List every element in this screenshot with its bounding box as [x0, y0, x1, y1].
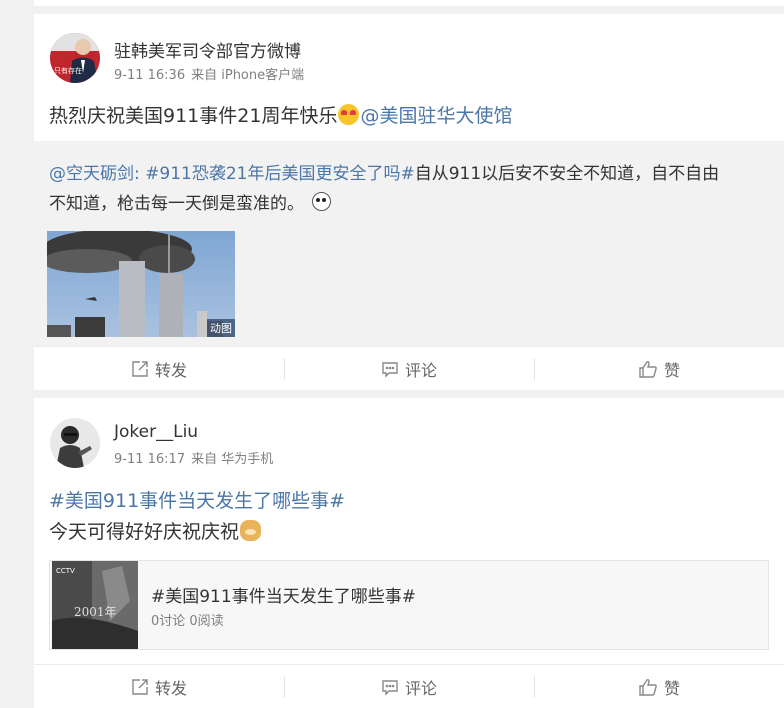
post-meta: 9-11 16:17 来自 华为手机 [114, 448, 279, 467]
share-out-icon [131, 360, 149, 378]
thumb-year-text: 2001年 [74, 605, 117, 619]
repost-hashtag-link[interactable]: #911恐袭21年后美国更安全了吗# [145, 164, 415, 184]
repost-gif-image[interactable]: 动图 [47, 231, 235, 337]
avatar[interactable]: 只有存在 [50, 33, 100, 83]
post-card: 只有存在 驻韩美军司令部官方微博 9-11 16:36 来自 iPhone客户端 … [34, 14, 784, 390]
post-body-text: 热烈庆祝美国911事件21周年快乐 [49, 105, 338, 127]
thumbs-up-icon [638, 678, 658, 696]
forward-button[interactable]: 转发 [34, 347, 284, 390]
topic-stats: 0讨论 0阅读 [151, 614, 224, 629]
forward-label: 转发 [154, 678, 187, 698]
topic-card[interactable]: CCTV 2001年 #美国911事件当天发生了哪些事# 0讨论 0阅读 [49, 560, 769, 650]
topic-title[interactable]: #美国911事件当天发生了哪些事# [151, 582, 416, 607]
mention-link[interactable]: @美国驻华大使馆 [360, 105, 512, 127]
repost-text-2: 不知道，枪击每一天倒是蛮准的。 [49, 194, 304, 214]
comment-button[interactable]: 评论 [284, 347, 534, 390]
reposted-content[interactable]: @空天砺剑: #911恐袭21年后美国更安全了吗#自从911以后安不安全不知道，… [34, 141, 784, 347]
username[interactable]: 驻韩美军司令部官方微博 [114, 37, 301, 62]
timestamp[interactable]: 9-11 16:36 [114, 68, 185, 83]
post-source: 来自 iPhone客户端 [191, 68, 305, 83]
username[interactable]: Joker__Liu [114, 422, 198, 442]
previous-post-card [34, 0, 784, 6]
post-meta: 9-11 16:36 来自 iPhone客户端 [114, 64, 310, 83]
hashtag-link[interactable]: #美国911事件当天发生了哪些事# [49, 490, 345, 512]
thumbs-up-icon [638, 360, 658, 378]
post-source: 来自 华为手机 [191, 452, 274, 467]
avatar[interactable] [50, 418, 100, 468]
repost-line-2: 不知道，枪击每一天倒是蛮准的。 [49, 189, 331, 214]
repost-line-1: @空天砺剑: #911恐袭21年后美国更安全了吗#自从911以后安不安全不知道，… [49, 159, 719, 184]
post-card: Joker__Liu 9-11 16:17 来自 华为手机 #美国911事件当天发… [34, 398, 784, 708]
heart-eyes-emoji-icon [338, 104, 360, 125]
avatar-text-line-1: 只有存在 [54, 66, 82, 75]
post-actions: 转发 评论 赞 [34, 346, 784, 390]
post-text: 今天可得好好庆祝庆祝 [49, 517, 262, 544]
panda-emoji-icon [312, 192, 331, 211]
gif-badge: 动图 [207, 319, 235, 337]
cctv-logo-text: CCTV [56, 567, 75, 575]
forward-label: 转发 [154, 360, 187, 380]
timestamp[interactable]: 9-11 16:17 [114, 452, 185, 467]
doge-emoji-icon [240, 520, 262, 541]
comment-button[interactable]: 评论 [284, 665, 534, 708]
repost-user-link[interactable]: @空天砺剑: [49, 164, 140, 184]
post-actions: 转发 评论 赞 [34, 664, 784, 708]
comment-bubble-icon [381, 360, 399, 378]
comment-label: 评论 [404, 678, 437, 698]
like-button[interactable]: 赞 [534, 347, 784, 390]
repost-text-1: 自从911以后安不安全不知道，自不自由 [414, 164, 720, 184]
post-hashtag-line: #美国911事件当天发生了哪些事# [49, 486, 345, 513]
like-label: 赞 [663, 360, 680, 380]
topic-thumbnail: CCTV 2001年 [52, 561, 138, 649]
comment-label: 评论 [404, 360, 437, 380]
like-button[interactable]: 赞 [534, 665, 784, 708]
comment-bubble-icon [381, 678, 399, 696]
forward-button[interactable]: 转发 [34, 665, 284, 708]
share-out-icon [131, 678, 149, 696]
post-text: 热烈庆祝美国911事件21周年快乐 @美国驻华大使馆 [49, 101, 512, 128]
like-label: 赞 [663, 678, 680, 698]
post-body-text: 今天可得好好庆祝庆祝 [49, 521, 240, 543]
